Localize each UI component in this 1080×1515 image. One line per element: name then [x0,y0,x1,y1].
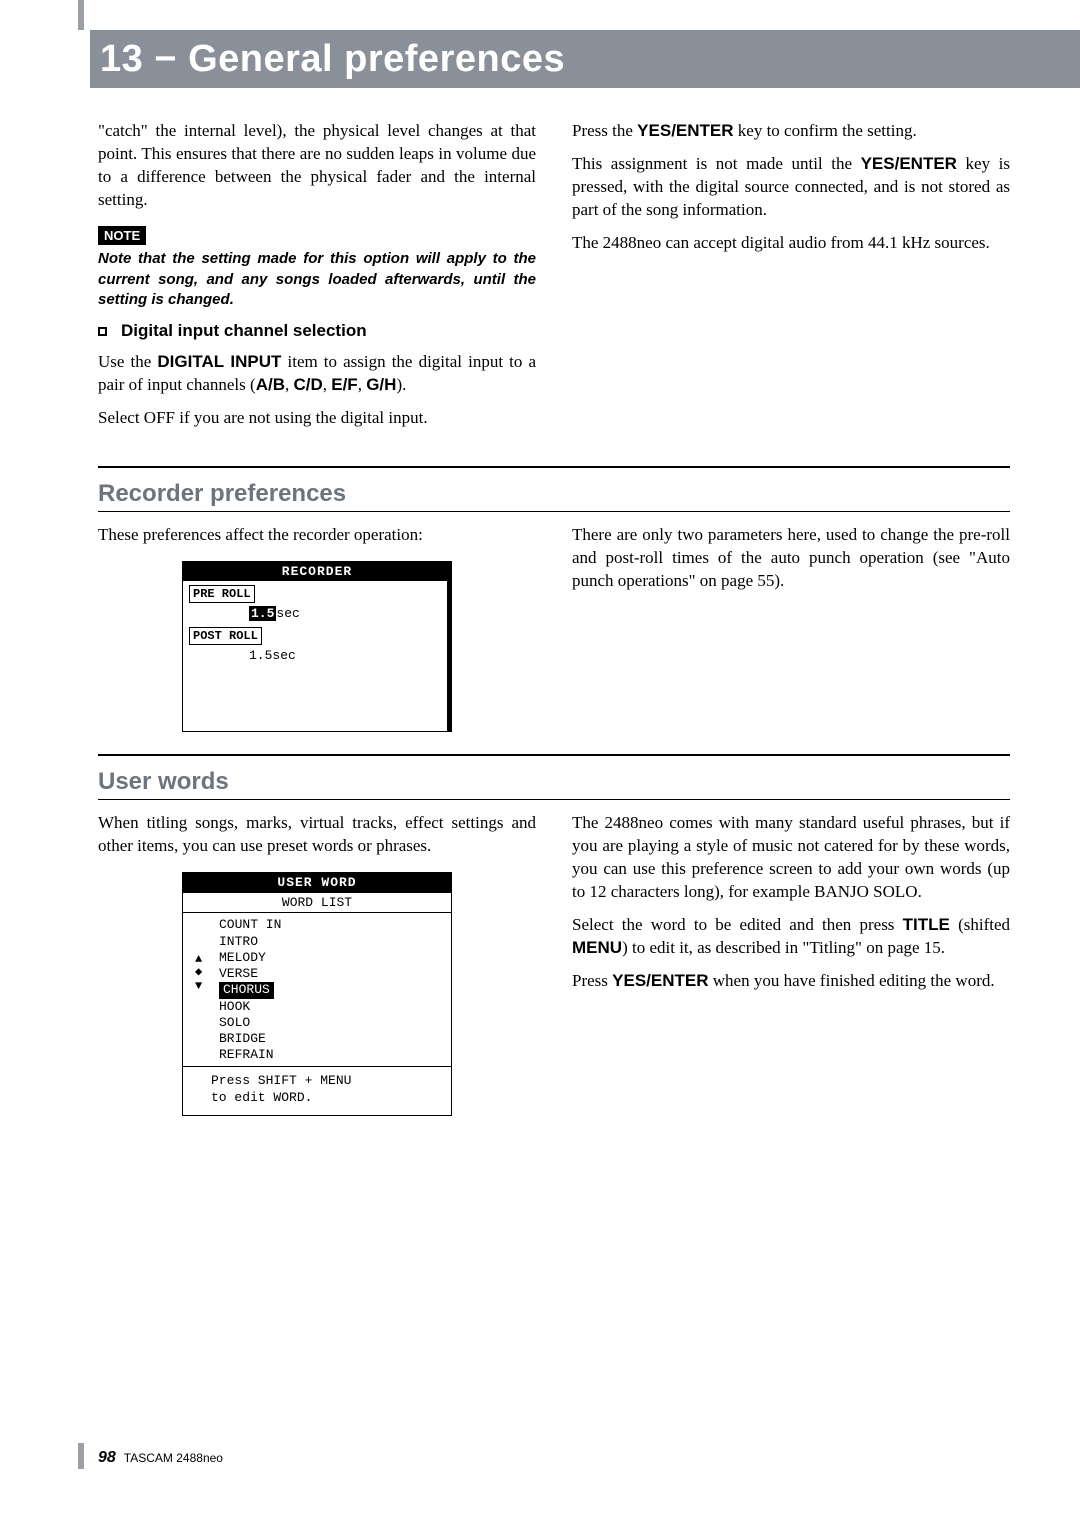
intro-left-p3: Select OFF if you are not using the digi… [98,407,536,430]
lcd-list-item: VERSE [219,966,451,982]
lcd-list-item: REFRAIN [219,1047,451,1063]
chapter-title: 13 − General preferences [100,38,565,81]
header-left-accent [78,0,84,30]
section-rule [98,754,1010,756]
chapter-header-band: 13 − General preferences [90,30,1080,88]
lcd-pre-roll-value: 1.5sec [189,605,441,623]
intro-left-p1: "catch" the internal level), the physica… [98,120,536,212]
recorder-block: These preferences affect the recorder op… [98,524,1010,732]
intro-block: "catch" the internal level), the physica… [98,120,1010,440]
subhead-digital-input: Digital input channel selection [98,320,536,343]
note-badge: NOTE [98,226,146,246]
lcd-list-item: COUNT IN [219,917,451,933]
lcd-list-item: MELODY [219,950,451,966]
userwords-right-p3: Press YES/ENTER when you have finished e… [572,970,1010,993]
lcd-post-roll-label: POST ROLL [189,627,262,645]
lcd-recorder-title: RECORDER [183,562,451,582]
userwords-right-p2: Select the word to be edited and then pr… [572,914,1010,960]
lcd-pre-roll-label: PRE ROLL [189,585,255,603]
scroll-arrows-icon: ▲◆▼ [195,953,202,993]
lcd-list-item: CHORUS [219,982,451,998]
userwords-block: When titling songs, marks, virtual track… [98,812,1010,1115]
recorder-right-p1: There are only two parameters here, used… [572,524,1010,593]
userwords-left-p1: When titling songs, marks, virtual track… [98,812,536,858]
subhead-label: Digital input channel selection [121,320,367,343]
lcd-userword-title: USER WORD [183,873,451,893]
userwords-right-p1: The 2488neo comes with many standard use… [572,812,1010,904]
lcd-userword-list: ▲◆▼ COUNT ININTROMELODYVERSECHORUSHOOKSO… [183,912,451,1065]
bullet-icon [98,327,107,336]
lcd-recorder: RECORDER PRE ROLL 1.5sec POST ROLL 1.5se… [182,561,452,733]
lcd-userword-hint: Press SHIFT + MENU to edit WORD. [183,1066,451,1115]
section-head-userwords: User words [98,764,1010,800]
section-rule [98,466,1010,468]
page-number: 98 [98,1449,116,1467]
note-text: Note that the setting made for this opti… [98,249,536,310]
product-name: TASCAM 2488neo [124,1451,223,1465]
intro-right-p2: This assignment is not made until the YE… [572,153,1010,222]
section-head-recorder: Recorder preferences [98,476,1010,512]
lcd-userword-sub: WORD LIST [183,893,451,913]
lcd-list-item: BRIDGE [219,1031,451,1047]
footer-left-accent [78,1443,84,1469]
lcd-list-item: SOLO [219,1015,451,1031]
intro-right-p1: Press the YES/ENTER key to confirm the s… [572,120,1010,143]
lcd-userword: USER WORD WORD LIST ▲◆▼ COUNT ININTROMEL… [182,872,452,1115]
lcd-list-item: HOOK [219,999,451,1015]
recorder-left-p1: These preferences affect the recorder op… [98,524,536,547]
lcd-post-roll-value: 1.5sec [189,647,441,665]
intro-left-p2: Use the DIGITAL INPUT item to assign the… [98,351,536,397]
lcd-list-item: INTRO [219,934,451,950]
intro-right-p3: The 2488neo can accept digital audio fro… [572,232,1010,255]
page-footer: 98 TASCAM 2488neo [98,1449,223,1467]
